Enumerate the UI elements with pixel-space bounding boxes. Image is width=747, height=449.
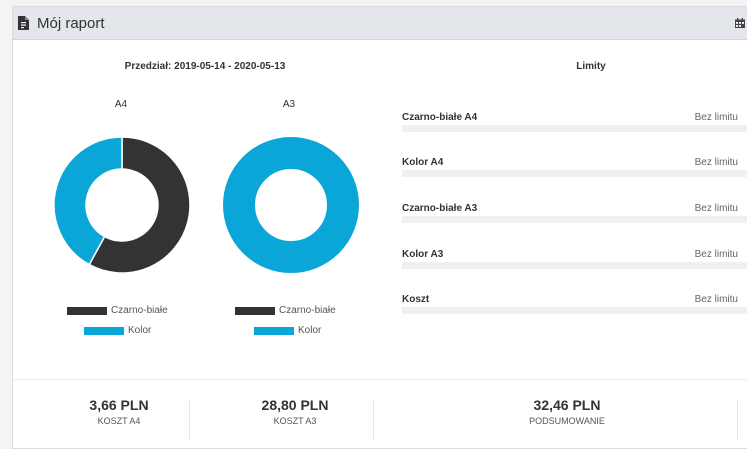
limit-name: Koszt [402, 294, 430, 305]
stat-label: PODSUMOWANIE [529, 416, 605, 426]
stat-divider [189, 399, 190, 439]
donut-slice-color[interactable] [223, 137, 359, 273]
limit-progress-bar [402, 216, 747, 223]
stat-label: KOSZT A4 [97, 416, 141, 426]
donut-chart-a3 [223, 137, 359, 273]
limit-row-bw-a3: Czarno-białe A3 Bez limitu [402, 203, 747, 223]
stat-divider [737, 399, 738, 439]
limit-progress-bar [402, 262, 747, 269]
stat-value: 3,66 PLN [89, 397, 149, 413]
legend-label-color: Kolor [128, 325, 152, 336]
chart-title-a4: A4 [114, 99, 128, 110]
limit-row-color-a3: Kolor A3 Bez limitu [402, 249, 747, 269]
stat-cost-a4: 3,66 PLN KOSZT A4 [69, 397, 169, 426]
limit-row-cost: Koszt Bez limitu [402, 294, 747, 314]
panel-header: Mój raport [13, 7, 747, 40]
limit-name: Kolor A4 [402, 157, 444, 168]
stat-summary: 32,46 PLN PODSUMOWANIE [507, 397, 627, 426]
limit-progress-bar [402, 307, 747, 314]
limits-title: Limity [576, 61, 606, 72]
limit-row-bw-a4: Czarno-białe A4 Bez limitu [402, 112, 747, 132]
stat-label: KOSZT A3 [273, 416, 317, 426]
panel-title: Mój raport [37, 15, 105, 32]
footer-divider [13, 379, 747, 380]
stat-cost-a3: 28,80 PLN KOSZT A3 [235, 397, 355, 426]
chart-title-a3: A3 [282, 99, 296, 110]
report-panel: Mój raport Przedział: 2019-05-14 - 2020-… [12, 6, 747, 449]
legend-label-bw: Czarno-białe [111, 305, 168, 316]
limit-row-color-a4: Kolor A4 Bez limitu [402, 157, 747, 177]
legend-swatch-bw [67, 307, 107, 315]
limit-name: Czarno-białe A4 [402, 112, 478, 123]
limit-progress-bar [402, 170, 747, 177]
calendar-icon[interactable] [735, 18, 745, 28]
limit-value: Bez limitu [694, 157, 738, 168]
limit-value: Bez limitu [694, 203, 738, 214]
limit-progress-bar [402, 125, 747, 132]
limit-value: Bez limitu [694, 112, 738, 123]
limit-name: Kolor A3 [402, 249, 444, 260]
file-invoice-icon [18, 16, 29, 30]
date-range-label: Przedział: 2019-05-14 - 2020-05-13 [124, 61, 286, 72]
stat-value: 32,46 PLN [533, 397, 601, 413]
limit-value: Bez limitu [694, 294, 738, 305]
legend-swatch-bw [235, 307, 275, 315]
legend-label-bw: Czarno-białe [279, 305, 336, 316]
donut-chart-a4 [53, 136, 191, 274]
stat-value: 28,80 PLN [261, 397, 329, 413]
legend-swatch-color [254, 327, 294, 335]
legend-label-color: Kolor [298, 325, 322, 336]
limit-value: Bez limitu [694, 249, 738, 260]
limit-name: Czarno-białe A3 [402, 203, 478, 214]
legend-swatch-color [84, 327, 124, 335]
stat-divider [373, 399, 374, 439]
